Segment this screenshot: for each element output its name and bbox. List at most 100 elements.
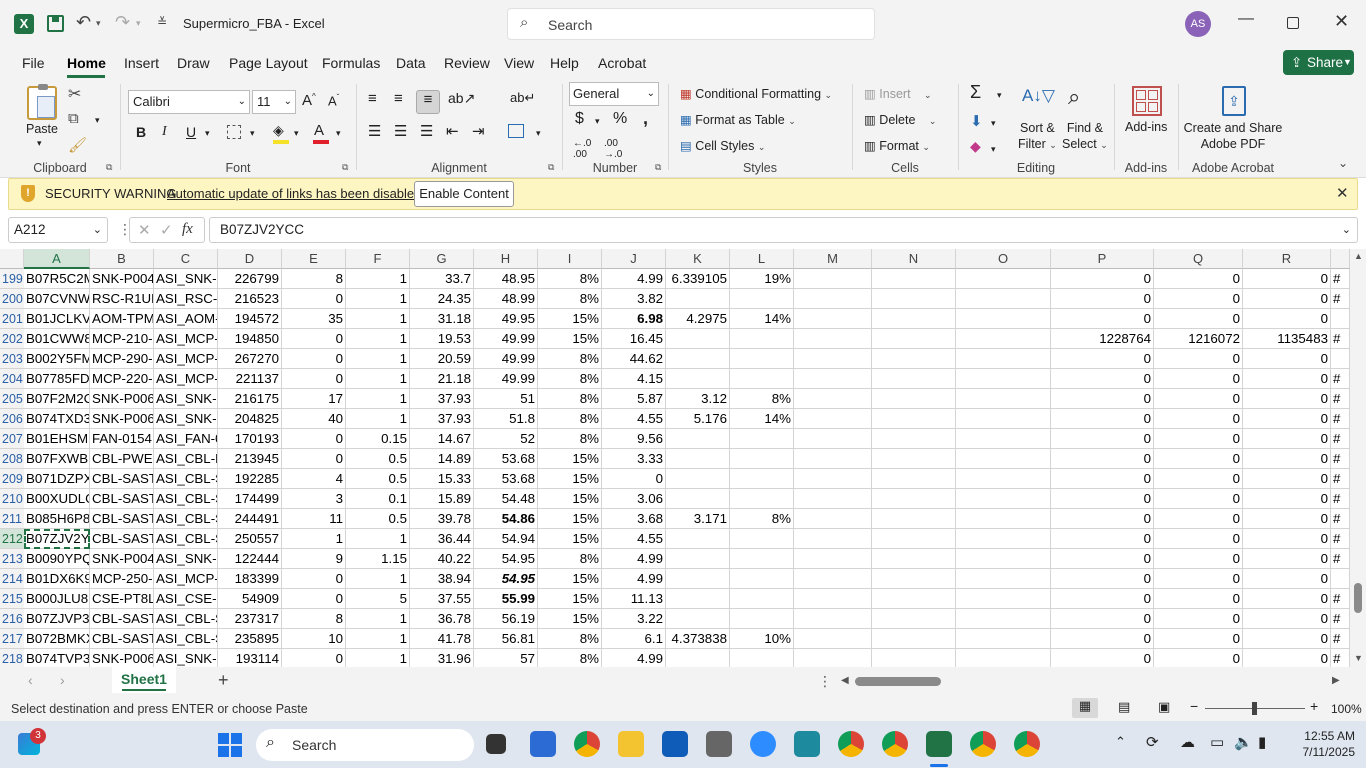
- cell[interactable]: 267270: [218, 349, 282, 369]
- tab-review[interactable]: Review: [444, 55, 490, 71]
- zoom-slider-thumb[interactable]: [1252, 702, 1257, 715]
- cell[interactable]: #: [1331, 469, 1350, 489]
- currency-icon[interactable]: $: [575, 110, 584, 128]
- cell[interactable]: 15.89: [410, 489, 474, 509]
- cell[interactable]: 4.99: [602, 569, 666, 589]
- chrome-profile-1-icon[interactable]: [838, 731, 864, 757]
- cell[interactable]: CSE-PT8L: [90, 589, 154, 609]
- cell[interactable]: 0: [1051, 629, 1154, 649]
- cell[interactable]: #: [1331, 589, 1350, 609]
- zoom-level[interactable]: 100%: [1331, 702, 1362, 716]
- cell[interactable]: 0: [1243, 269, 1331, 289]
- start-icon[interactable]: [218, 733, 242, 757]
- cell[interactable]: [956, 549, 1051, 569]
- increase-decimal-icon[interactable]: ←.0.00: [573, 138, 591, 160]
- font-launcher-icon[interactable]: ⧉: [342, 162, 348, 173]
- cell[interactable]: [730, 369, 794, 389]
- zoom-out-icon[interactable]: −: [1190, 698, 1198, 714]
- wrap-text-icon[interactable]: ab↵: [510, 90, 535, 106]
- tab-file[interactable]: File: [22, 55, 45, 71]
- cell[interactable]: 0: [282, 429, 346, 449]
- column-header-q[interactable]: Q: [1154, 249, 1243, 269]
- alignment-launcher-icon[interactable]: ⧉: [548, 162, 554, 173]
- align-bottom-icon[interactable]: ≡: [416, 90, 440, 114]
- cell[interactable]: [794, 589, 872, 609]
- cell[interactable]: B002Y5FM: [24, 349, 90, 369]
- cell[interactable]: [794, 409, 872, 429]
- cell[interactable]: ASI_MCP-: [154, 369, 218, 389]
- cell[interactable]: B000JLU8K: [24, 589, 90, 609]
- enter-icon[interactable]: ✓: [160, 221, 173, 239]
- cell[interactable]: B07R5C2M: [24, 269, 90, 289]
- cell[interactable]: 174499: [218, 489, 282, 509]
- find-select-icon[interactable]: ⌕: [1068, 84, 1080, 110]
- cell[interactable]: CBL-SAST-: [90, 469, 154, 489]
- align-center-icon[interactable]: ☰: [394, 122, 407, 140]
- conditional-formatting-button[interactable]: ▦ Conditional Formatting ⌄: [680, 86, 832, 101]
- store-icon[interactable]: [530, 731, 556, 757]
- cell[interactable]: ASI_SNK-F: [154, 269, 218, 289]
- cell[interactable]: 9.56: [602, 429, 666, 449]
- cell[interactable]: 0: [1051, 529, 1154, 549]
- cell[interactable]: [872, 349, 956, 369]
- insert-function-icon[interactable]: fx: [182, 221, 193, 238]
- column-header-e[interactable]: E: [282, 249, 346, 269]
- cell[interactable]: ASI_CBL-S: [154, 489, 218, 509]
- cell[interactable]: #: [1331, 329, 1350, 349]
- addins-button-label[interactable]: Add-ins: [1125, 120, 1167, 134]
- cell[interactable]: [730, 469, 794, 489]
- page-break-view-icon[interactable]: ▣: [1158, 699, 1170, 715]
- cell[interactable]: 0: [1154, 469, 1243, 489]
- cell[interactable]: [730, 569, 794, 589]
- cell[interactable]: 4.55: [602, 529, 666, 549]
- row-header[interactable]: 203: [0, 349, 24, 369]
- collapse-ribbon-icon[interactable]: ⌄: [1338, 156, 1348, 170]
- cell[interactable]: 8%: [538, 369, 602, 389]
- column-header-l[interactable]: L: [730, 249, 794, 269]
- cell[interactable]: [956, 529, 1051, 549]
- chrome-profile-3-icon[interactable]: [970, 731, 996, 757]
- tab-data[interactable]: Data: [396, 55, 426, 71]
- cell[interactable]: [872, 569, 956, 589]
- cell[interactable]: [872, 609, 956, 629]
- row-header[interactable]: 210: [0, 489, 24, 509]
- cell[interactable]: [872, 629, 956, 649]
- row-header[interactable]: 204: [0, 369, 24, 389]
- cell[interactable]: 244491: [218, 509, 282, 529]
- cell[interactable]: SNK-P006: [90, 649, 154, 667]
- cell[interactable]: 1: [346, 289, 410, 309]
- font-name-select[interactable]: Calibri ⌄: [128, 90, 250, 114]
- cell[interactable]: ASI_MCP-: [154, 349, 218, 369]
- cell[interactable]: B00XUDLG: [24, 489, 90, 509]
- font-color-dropdown-icon[interactable]: ▾: [336, 128, 341, 139]
- cell[interactable]: [956, 429, 1051, 449]
- column-header-f[interactable]: F: [346, 249, 410, 269]
- cell[interactable]: 0: [1154, 569, 1243, 589]
- cell[interactable]: 0: [1051, 649, 1154, 667]
- format-painter-icon[interactable]: 🖌: [68, 136, 87, 154]
- cell[interactable]: 1.15: [346, 549, 410, 569]
- cell[interactable]: [872, 429, 956, 449]
- save-icon[interactable]: [47, 15, 64, 32]
- cell[interactable]: 49.99: [474, 329, 538, 349]
- cell[interactable]: 40.22: [410, 549, 474, 569]
- cell[interactable]: [730, 289, 794, 309]
- minimize-button[interactable]: —: [1238, 10, 1254, 28]
- display-icon[interactable]: ▭: [1210, 733, 1224, 751]
- cell[interactable]: 16.45: [602, 329, 666, 349]
- vertical-scrollbar[interactable]: ▲ ▼: [1350, 249, 1366, 667]
- cell[interactable]: [872, 409, 956, 429]
- cell[interactable]: [956, 629, 1051, 649]
- sort-filter-label[interactable]: Sort & Filter ⌄: [1018, 120, 1057, 153]
- cell[interactable]: 4.15: [602, 369, 666, 389]
- cell[interactable]: 53.68: [474, 449, 538, 469]
- cell[interactable]: 1: [346, 629, 410, 649]
- undo-dropdown-icon[interactable]: ▾: [96, 18, 101, 29]
- cell[interactable]: ASI_CBL-S: [154, 469, 218, 489]
- cell[interactable]: 194850: [218, 329, 282, 349]
- cell[interactable]: SNK-P004: [90, 549, 154, 569]
- cell[interactable]: 0: [1243, 509, 1331, 529]
- number-format-select[interactable]: General ⌄: [569, 82, 659, 106]
- sheet-prev-icon[interactable]: ‹: [28, 672, 33, 688]
- cell[interactable]: [956, 389, 1051, 409]
